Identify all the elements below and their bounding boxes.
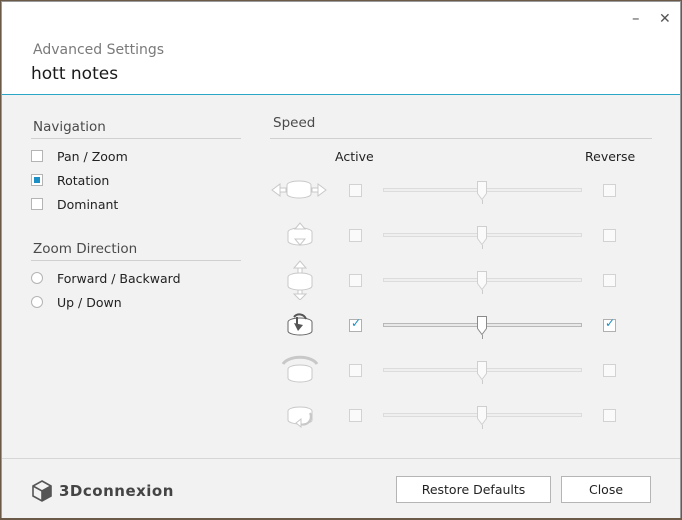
up-down-radio[interactable] [31,296,43,308]
active-checkbox[interactable] [349,316,362,332]
active-checkbox[interactable] [349,409,362,422]
slider-center-tick [481,335,483,339]
navigation-divider [31,138,241,139]
speed-axis-row [270,395,655,435]
brand-name: 3Dconnexion [59,482,174,500]
3dconnexion-logo-icon [32,480,52,502]
nav-option-pan-zoom[interactable]: Pan / Zoom [31,148,128,164]
rotation-checkbox[interactable] [31,174,43,186]
pan-left-right-icon [270,170,328,210]
roll-icon [270,395,328,435]
minimize-button[interactable]: – [632,9,640,27]
tilt-icon [270,305,328,345]
speed-axis-row [270,305,655,345]
speed-slider-thumb[interactable] [476,271,487,291]
zoom-direction-heading: Zoom Direction [33,241,138,257]
brand-logo: 3Dconnexion [30,479,174,503]
reverse-column-header: Reverse [585,149,636,164]
active-checkbox[interactable] [349,274,362,287]
forward-backward-radio[interactable] [31,272,43,284]
reverse-checkbox[interactable] [603,316,616,332]
dialog-header: – ✕ Advanced Settings hott notes [2,2,680,95]
pan-zoom-checkbox[interactable] [31,150,43,162]
slider-center-tick [481,200,483,204]
reverse-checkbox[interactable] [603,364,616,377]
active-checkbox[interactable] [349,364,362,377]
zoom-direction-divider [31,260,241,261]
slider-center-tick [481,380,483,384]
slider-center-tick [481,245,483,249]
dominant-label: Dominant [57,196,119,212]
close-button[interactable]: Close [561,476,651,503]
speed-divider [270,138,652,139]
speed-heading: Speed [273,115,316,131]
rotation-label: Rotation [57,172,110,188]
page-title: hott notes [31,64,119,84]
up-down-label: Up / Down [57,294,122,310]
dominant-checkbox[interactable] [31,198,43,210]
speed-axis-row [270,260,655,301]
slider-center-tick [481,425,483,429]
dialog-subtitle: Advanced Settings [33,42,165,58]
restore-defaults-button[interactable]: Restore Defaults [396,476,551,503]
reverse-checkbox[interactable] [603,274,616,287]
reverse-checkbox[interactable] [603,184,616,197]
speed-axis-row [270,350,655,390]
pan-zoom-label: Pan / Zoom [57,148,128,164]
nav-option-dominant[interactable]: Dominant [31,196,118,212]
active-column-header: Active [335,149,374,164]
dialog-footer: 3Dconnexion Restore Defaults Close [2,458,680,518]
slider-center-tick [481,290,483,294]
reverse-checkbox[interactable] [603,409,616,422]
zoom-icon [270,215,328,255]
speed-slider-thumb[interactable] [476,316,487,336]
advanced-settings-dialog: – ✕ Advanced Settings hott notes Navigat… [1,1,681,518]
zoom-option-forward-backward[interactable]: Forward / Backward [31,270,181,286]
speed-slider-thumb[interactable] [476,406,487,426]
speed-slider-thumb[interactable] [476,181,487,201]
zoom-option-up-down[interactable]: Up / Down [31,294,122,310]
navigation-heading: Navigation [33,119,106,135]
forward-backward-label: Forward / Backward [57,270,181,286]
speed-axis-row [270,170,655,210]
speed-slider-thumb[interactable] [476,226,487,246]
spin-icon [270,350,328,390]
reverse-checkbox[interactable] [603,229,616,242]
active-checkbox[interactable] [349,184,362,197]
speed-axis-row [270,215,655,255]
nav-option-rotation[interactable]: Rotation [31,172,109,188]
pan-up-down-icon [270,260,328,301]
close-icon[interactable]: ✕ [659,11,671,27]
speed-slider-thumb[interactable] [476,361,487,381]
active-checkbox[interactable] [349,229,362,242]
